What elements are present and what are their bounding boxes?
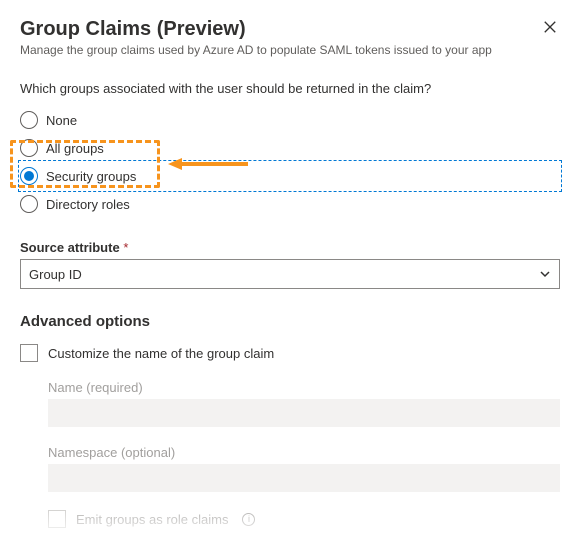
radio-label: Security groups xyxy=(46,169,136,184)
customize-name-checkbox[interactable]: Customize the name of the group claim xyxy=(20,344,560,362)
info-icon[interactable]: i xyxy=(242,513,255,526)
radio-icon xyxy=(20,111,38,129)
required-mark: * xyxy=(123,240,128,255)
group-question-label: Which groups associated with the user sh… xyxy=(20,81,560,96)
checkbox-label: Customize the name of the group claim xyxy=(48,346,274,361)
namespace-field-label: Namespace (optional) xyxy=(48,445,560,460)
radio-label: Directory roles xyxy=(46,197,130,212)
emit-role-claims-checkbox[interactable]: Emit groups as role claims i xyxy=(48,510,560,528)
radio-label: All groups xyxy=(46,141,104,156)
select-value: Group ID xyxy=(29,267,82,282)
advanced-options-heading: Advanced options xyxy=(20,313,560,330)
group-radio-group: None All groups Security groups Director… xyxy=(20,106,560,218)
chevron-down-icon xyxy=(539,268,551,280)
radio-icon xyxy=(20,139,38,157)
source-attribute-select[interactable]: Group ID xyxy=(20,259,560,289)
checkbox-label: Emit groups as role claims xyxy=(76,512,228,527)
name-field-label: Name (required) xyxy=(48,380,560,395)
radio-icon xyxy=(20,167,38,185)
close-icon xyxy=(543,20,557,34)
radio-label: None xyxy=(46,113,77,128)
panel-subtitle: Manage the group claims used by Azure AD… xyxy=(20,43,560,57)
radio-security-groups[interactable]: Security groups xyxy=(20,162,560,190)
label-text: Source attribute xyxy=(20,240,120,255)
source-attribute-label: Source attribute * xyxy=(20,240,560,255)
name-input[interactable] xyxy=(48,399,560,427)
panel-title: Group Claims (Preview) xyxy=(20,18,560,41)
checkbox-icon xyxy=(48,510,66,528)
radio-none[interactable]: None xyxy=(20,106,560,134)
close-button[interactable] xyxy=(536,14,564,42)
radio-all-groups[interactable]: All groups xyxy=(20,134,560,162)
radio-directory-roles[interactable]: Directory roles xyxy=(20,190,560,218)
radio-icon xyxy=(20,195,38,213)
checkbox-icon xyxy=(20,344,38,362)
namespace-input[interactable] xyxy=(48,464,560,492)
